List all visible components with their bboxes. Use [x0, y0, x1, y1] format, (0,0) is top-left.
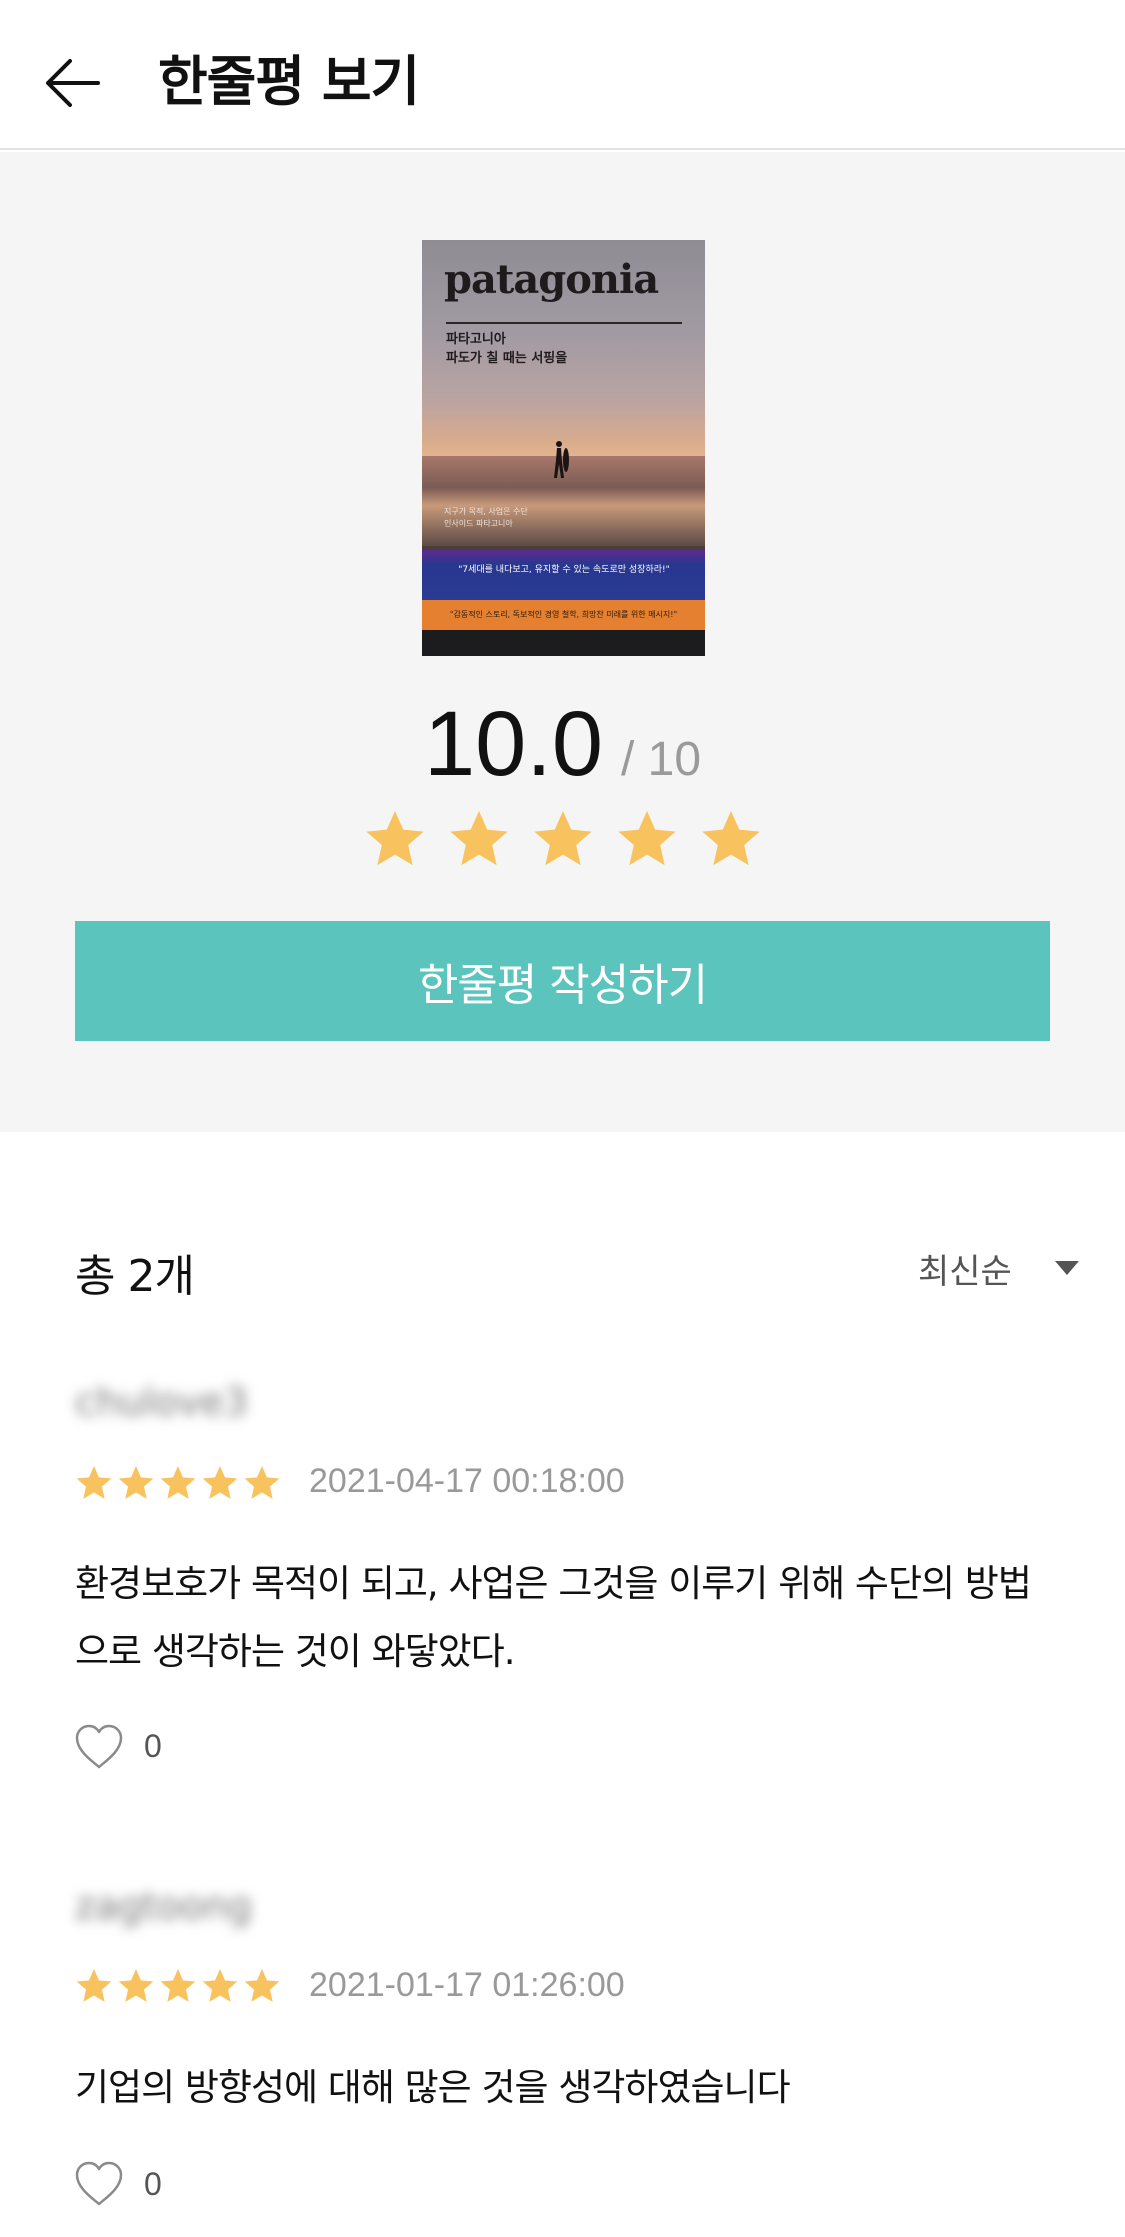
app-header: 한줄평 보기: [0, 0, 1125, 150]
like-count: 0: [144, 1728, 162, 1764]
review-count: 총 2개: [75, 1251, 195, 1302]
star-icon: [618, 810, 676, 866]
cover-band-orange: "감동적인 스토리, 독보적인 경영 철학, 희망찬 미래를 위한 메시지!": [422, 600, 705, 630]
review-date: 2021-04-17 00:18:00: [309, 1462, 625, 1500]
star-icon: [702, 810, 760, 866]
review-text: 환경보호가 목적이 되고, 사업은 그것을 이루기 위해 수단의 방법으로 생각…: [75, 1562, 1032, 1673]
star-icon: [118, 1466, 154, 1499]
caret-down-icon[interactable]: [1054, 1260, 1080, 1276]
star-icon: [244, 1969, 280, 2002]
cover-band-dark: [422, 630, 705, 656]
rating-stars: [362, 806, 766, 872]
star-icon: [76, 1969, 112, 2002]
star-icon: [202, 1466, 238, 1499]
page-title: 한줄평 보기: [158, 50, 420, 113]
star-icon: [76, 1466, 112, 1499]
cover-brand: patagonia: [444, 256, 659, 303]
heart-icon[interactable]: [73, 1723, 125, 1771]
heart-icon[interactable]: [73, 2160, 125, 2208]
cover-note: 지구가 목적, 사업은 수단 인사이드 파타고니아: [444, 507, 528, 528]
like-count: 0: [144, 2166, 162, 2202]
star-icon: [160, 1969, 196, 2002]
cover-divider: [446, 322, 682, 324]
rating-score: 10.0 / 10: [0, 692, 1125, 797]
rating-value: 10.0: [423, 693, 603, 795]
star-icon: [366, 810, 424, 866]
cover-subtitle: 파타고니아 파도가 칠 때는 서핑을: [446, 332, 568, 366]
star-icon: [534, 810, 592, 866]
arrow-left-icon[interactable]: [40, 48, 110, 118]
book-summary: patagonia 파타고니아 파도가 칠 때는 서핑을 지구가 목적, 사업은…: [0, 152, 1125, 1132]
reviewer-name: chulove3: [75, 1380, 248, 1424]
rating-max: / 10: [621, 733, 702, 786]
star-icon: [202, 1969, 238, 2002]
surfer-icon: [554, 441, 569, 478]
star-icon: [450, 810, 508, 866]
review-stars: [74, 1463, 284, 1503]
star-icon: [160, 1466, 196, 1499]
reviewer-name: zagtoong: [75, 1884, 252, 1928]
review-text: 기업의 방향성에 대해 많은 것을 생각하였습니다: [75, 2066, 791, 2109]
review-date: 2021-01-17 01:26:00: [309, 1966, 625, 2004]
write-review-button[interactable]: 한줄평 작성하기: [75, 921, 1050, 1041]
book-cover[interactable]: patagonia 파타고니아 파도가 칠 때는 서핑을 지구가 목적, 사업은…: [422, 240, 705, 656]
star-icon: [118, 1969, 154, 2002]
cover-band-blue: "7세대를 내다보고, 유지할 수 있는 속도로만 성장하라!": [422, 550, 705, 600]
star-icon: [244, 1466, 280, 1499]
sort-dropdown[interactable]: 최신순: [918, 1244, 1012, 1293]
review-stars: [74, 1966, 284, 2006]
